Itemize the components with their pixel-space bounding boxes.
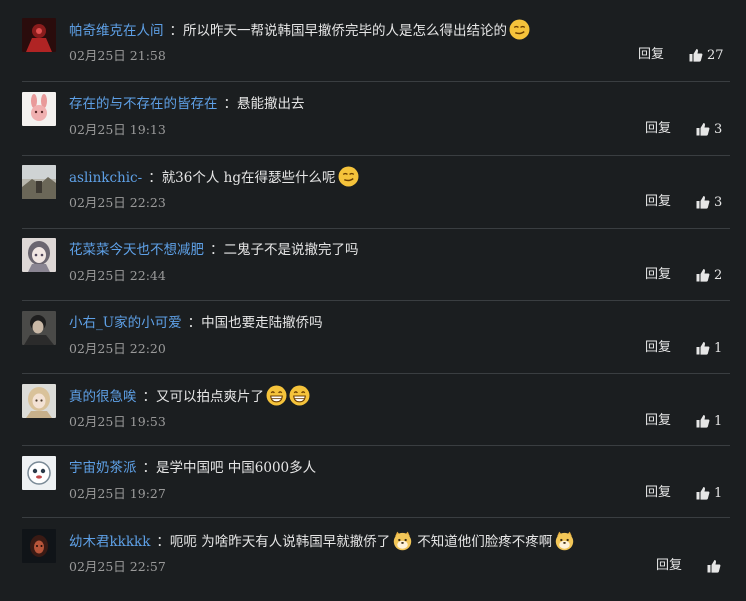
username[interactable]: 帕奇维克在人间 (69, 23, 164, 39)
like-count: 1 (714, 485, 723, 501)
landscape-avatar-icon (22, 165, 56, 199)
like-button[interactable] (707, 557, 725, 575)
avatar[interactable] (22, 92, 56, 126)
separator: ： (156, 534, 170, 550)
comment-item: 幼木君kkkkk ：呃呃 为啥昨天有人说韩国早就撤侨了 不知道他们脸疼不疼啊 02月… (0, 529, 746, 601)
username[interactable]: 幼木君kkkkk (69, 534, 150, 550)
timestamp: 02月25日 21:58 (69, 48, 166, 63)
white-cartoon-avatar-icon (22, 456, 56, 490)
avatar[interactable] (22, 529, 56, 563)
smirk-emoji-icon (509, 19, 530, 40)
separator: ： (142, 389, 157, 405)
thumbs-up-icon (707, 560, 721, 573)
avatar[interactable] (22, 165, 56, 199)
separator: ： (142, 460, 157, 476)
timestamp: 02月25日 22:23 (69, 195, 166, 210)
timestamp: 02月25日 22:57 (69, 559, 166, 574)
timestamp: 02月25日 22:20 (69, 341, 166, 356)
separator: ： (148, 170, 162, 186)
like-button[interactable]: 1 (696, 412, 722, 430)
like-count: 1 (714, 340, 723, 356)
red-warrior-avatar-icon (22, 18, 56, 52)
username[interactable]: 宇宙奶茶派 (69, 460, 137, 476)
pink-bunny-avatar-icon (22, 92, 56, 126)
avatar[interactable] (22, 384, 56, 418)
thumbs-up-icon (696, 487, 710, 500)
like-count: 1 (714, 413, 723, 429)
doge-emoji-icon (393, 531, 412, 551)
reply-button[interactable]: 回复 (638, 46, 664, 64)
username[interactable]: 真的很急唉 (69, 389, 137, 405)
smirk-emoji-icon (338, 166, 358, 187)
reply-button[interactable]: 回复 (645, 412, 671, 430)
comment-text: 二鬼子不是说撤完了吗 (223, 242, 359, 258)
separator: ： (223, 96, 238, 112)
timestamp: 02月25日 19:27 (69, 486, 166, 501)
comment-text: 中国也要走陆撤侨吗 (201, 315, 323, 331)
thumbs-up-icon (696, 269, 710, 282)
avatar[interactable] (22, 456, 56, 490)
username[interactable]: aslinkchic- (69, 170, 142, 186)
reply-button[interactable]: 回复 (645, 120, 671, 138)
divider (22, 300, 730, 301)
avatar[interactable] (22, 238, 56, 272)
like-button[interactable]: 3 (696, 193, 722, 211)
comment-text: 又可以拍点爽片了 (156, 389, 264, 405)
timestamp: 02月25日 19:13 (69, 122, 166, 137)
reply-button[interactable]: 回复 (656, 557, 682, 575)
username[interactable]: 小右_U家的小可爱 (69, 315, 182, 331)
doge-emoji-icon (555, 531, 574, 551)
divider (22, 445, 730, 446)
username[interactable]: 存在的与不存在的皆存在 (69, 96, 218, 112)
separator: ： (187, 315, 202, 331)
comment-text: 就36个人 hg在得瑟些什么呢 (161, 170, 336, 186)
divider (22, 228, 730, 229)
reply-button[interactable]: 回复 (645, 339, 671, 357)
anime-girl-avatar-icon (22, 238, 56, 272)
comment-item: aslinkchic- ：就36个人 hg在得瑟些什么呢 02月25日 22:23… (0, 165, 746, 237)
separator: ： (169, 23, 184, 39)
like-button[interactable]: 1 (696, 484, 722, 502)
comment-text: 是学中国吧 中国6000多人 (156, 460, 317, 476)
comment-list: 帕奇维克在人间 ：所以昨天一帮说韩国早撤侨完毕的人是怎么得出结论的 02月25日 … (0, 0, 746, 585)
reply-button[interactable]: 回复 (645, 484, 671, 502)
dark-portrait-avatar-icon (22, 311, 56, 345)
blonde-girl-avatar-icon (22, 384, 56, 418)
dark-red-avatar-icon (22, 529, 56, 563)
username[interactable]: 花菜菜今天也不想减肥 (69, 242, 204, 258)
divider (22, 373, 730, 374)
thumbs-up-icon (696, 196, 710, 209)
grin-emoji-icon (266, 385, 287, 406)
grin-emoji-icon (289, 385, 310, 406)
like-count: 27 (707, 47, 724, 63)
divider (22, 81, 730, 82)
like-button[interactable]: 27 (689, 46, 724, 64)
reply-button[interactable]: 回复 (645, 193, 671, 211)
thumbs-up-icon (696, 123, 710, 136)
like-button[interactable]: 1 (696, 339, 722, 357)
like-count: 2 (714, 267, 723, 283)
timestamp: 02月25日 22:44 (69, 268, 166, 283)
avatar[interactable] (22, 18, 56, 52)
divider (22, 517, 730, 518)
timestamp: 02月25日 19:53 (69, 414, 166, 429)
thumbs-up-icon (689, 49, 703, 62)
comment-text: 所以昨天一帮说韩国早撤侨完毕的人是怎么得出结论的 (183, 23, 507, 39)
divider (22, 155, 730, 156)
like-button[interactable]: 3 (696, 120, 722, 138)
comment-item: 存在的与不存在的皆存在 ：悬能撤出去 02月25日 19:13 回复 3 (0, 92, 746, 164)
thumbs-up-icon (696, 342, 710, 355)
thumbs-up-icon (696, 415, 710, 428)
comment-text: 呃呃 为啥昨天有人说韩国早就撤侨了 (169, 534, 391, 550)
comment-text: 不知道他们脸疼不疼啊 (417, 534, 553, 550)
reply-button[interactable]: 回复 (645, 266, 671, 284)
separator: ： (210, 242, 224, 258)
like-count: 3 (714, 121, 723, 137)
like-button[interactable]: 2 (696, 266, 722, 284)
comment-text: 悬能撤出去 (237, 96, 305, 112)
avatar[interactable] (22, 311, 56, 345)
comment-item: 帕奇维克在人间 ：所以昨天一帮说韩国早撤侨完毕的人是怎么得出结论的 02月25日 … (0, 18, 746, 90)
like-count: 3 (714, 194, 723, 210)
